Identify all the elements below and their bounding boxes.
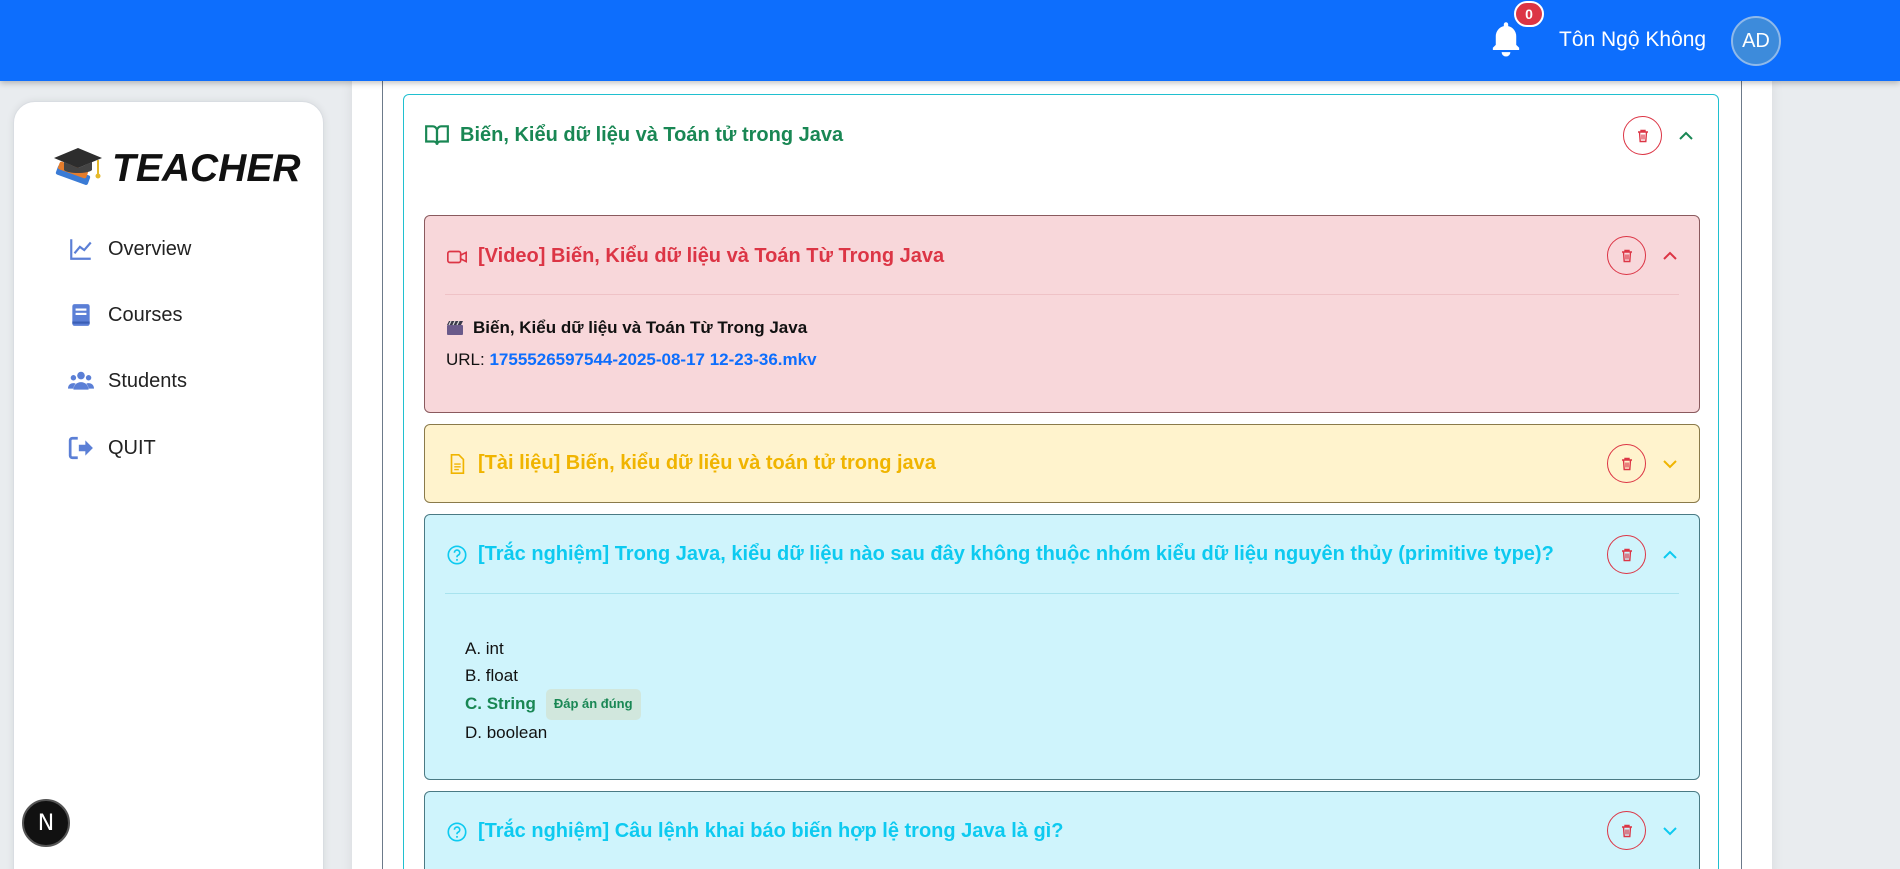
quiz-option: D. boolean [465,722,548,742]
sidebar-item-courses[interactable]: Courses [68,302,182,328]
brand-logo[interactable]: TEACHER [50,144,301,193]
expand-lesson-button[interactable] [1659,820,1681,842]
dev-tools-badge[interactable]: N [22,799,70,847]
avatar[interactable]: AD [1731,16,1781,66]
lesson-title[interactable]: [Trắc nghiệm] Trong Java, kiểu dữ liệu n… [446,543,1554,566]
section-title[interactable]: Biến, Kiểu dữ liệu và Toán tử trong Java [424,122,843,148]
lesson-title[interactable]: [Video] Biến, Kiểu dữ liệu và Toán Từ Tr… [446,245,944,268]
delete-lesson-button[interactable] [1607,236,1646,275]
clapperboard-icon [446,320,464,336]
trash-icon [1621,824,1632,837]
section-title-text: Biến, Kiểu dữ liệu và Toán tử trong Java [460,123,844,146]
collapse-section-button[interactable] [1675,125,1697,147]
brand-name: TEACHER [112,146,301,190]
lesson-card-video: [Video] Biến, Kiểu dữ liệu và Toán Từ Tr… [424,215,1700,413]
lesson-card-quiz: [Trắc nghiệm] Câu lệnh khai báo biến hợp… [424,791,1700,869]
quiz-options: A. int B. float C. String Đáp án đúng D.… [465,636,641,746]
expand-lesson-button[interactable] [1659,453,1681,475]
quiz-option: A. int [465,639,504,658]
graduation-cap-icon [50,144,106,193]
delete-lesson-button[interactable] [1607,811,1646,850]
video-url-row: URL: 1755526597544-2025-08-17 12-23-36.m… [446,350,817,370]
chevron-down-icon [1663,827,1677,836]
sidebar-item-label: Students [108,369,187,392]
divider [445,294,1679,295]
trash-icon [1621,249,1632,262]
sidebar-item-overview[interactable]: Overview [68,236,191,262]
quiz-option-text: C. String [465,694,536,713]
sidebar-item-students[interactable]: Students [68,368,187,394]
question-circle-icon [446,821,468,843]
collapse-lesson-button[interactable] [1659,544,1681,566]
video-file-text: Biến, Kiểu dữ liệu và Toán Từ Trong Java [473,318,808,337]
quiz-option: B. float [465,665,518,685]
chevron-up-icon [1663,251,1677,260]
chevron-up-icon [1663,550,1677,559]
delete-section-button[interactable] [1623,116,1662,155]
document-icon [446,453,468,475]
book-icon [68,302,94,328]
correct-answer-badge: Đáp án đúng [545,689,641,720]
trash-icon [1621,548,1632,561]
lesson-title-text: [Video] Biến, Kiểu dữ liệu và Toán Từ Tr… [478,245,945,267]
collapse-lesson-button[interactable] [1659,245,1681,267]
delete-lesson-button[interactable] [1607,444,1646,483]
divider [445,593,1679,594]
sidebar-item-label: QUIT [108,436,156,459]
url-label: URL: [446,350,485,369]
trash-icon [1621,457,1632,470]
lesson-title-text: [Tài liệu] Biến, kiểu dữ liệu và toán tử… [478,452,936,474]
question-circle-icon [446,544,468,566]
chart-line-icon [68,236,94,262]
chevron-down-icon [1663,460,1677,469]
sidebar-item-label: Courses [108,303,183,326]
chevron-up-icon [1679,131,1693,140]
sidebar: TEACHER Overview Courses Students QUIT [13,101,324,869]
video-file-name: Biến, Kiểu dữ liệu và Toán Từ Trong Java [446,318,807,338]
lesson-title-text: [Trắc nghiệm] Câu lệnh khai báo biến hợp… [478,820,1064,842]
user-name[interactable]: Tôn Ngộ Không [1559,28,1706,52]
lesson-title[interactable]: [Tài liệu] Biến, kiểu dữ liệu và toán tử… [446,452,936,475]
trash-icon [1637,129,1648,142]
notification-count-badge: 0 [1514,1,1544,27]
top-navbar: 0 Tôn Ngộ Không AD [0,0,1900,81]
video-camera-icon [446,246,468,268]
lesson-title[interactable]: [Trắc nghiệm] Câu lệnh khai báo biến hợp… [446,820,1063,843]
sign-out-icon [68,435,94,461]
video-url-link[interactable]: 1755526597544-2025-08-17 12-23-36.mkv [489,350,816,369]
quiz-option-correct: C. String Đáp án đúng [465,689,641,720]
delete-lesson-button[interactable] [1607,535,1646,574]
lesson-title-text: [Trắc nghiệm] Trong Java, kiểu dữ liệu n… [478,543,1554,565]
sidebar-item-quit[interactable]: QUIT [68,435,156,461]
lesson-card-document: [Tài liệu] Biến, kiểu dữ liệu và toán tử… [424,424,1700,503]
lesson-card-quiz: [Trắc nghiệm] Trong Java, kiểu dữ liệu n… [424,514,1700,780]
sidebar-item-label: Overview [108,237,192,260]
notification-bell-icon[interactable] [1488,20,1524,60]
users-icon [68,368,94,394]
open-book-icon [424,122,450,148]
